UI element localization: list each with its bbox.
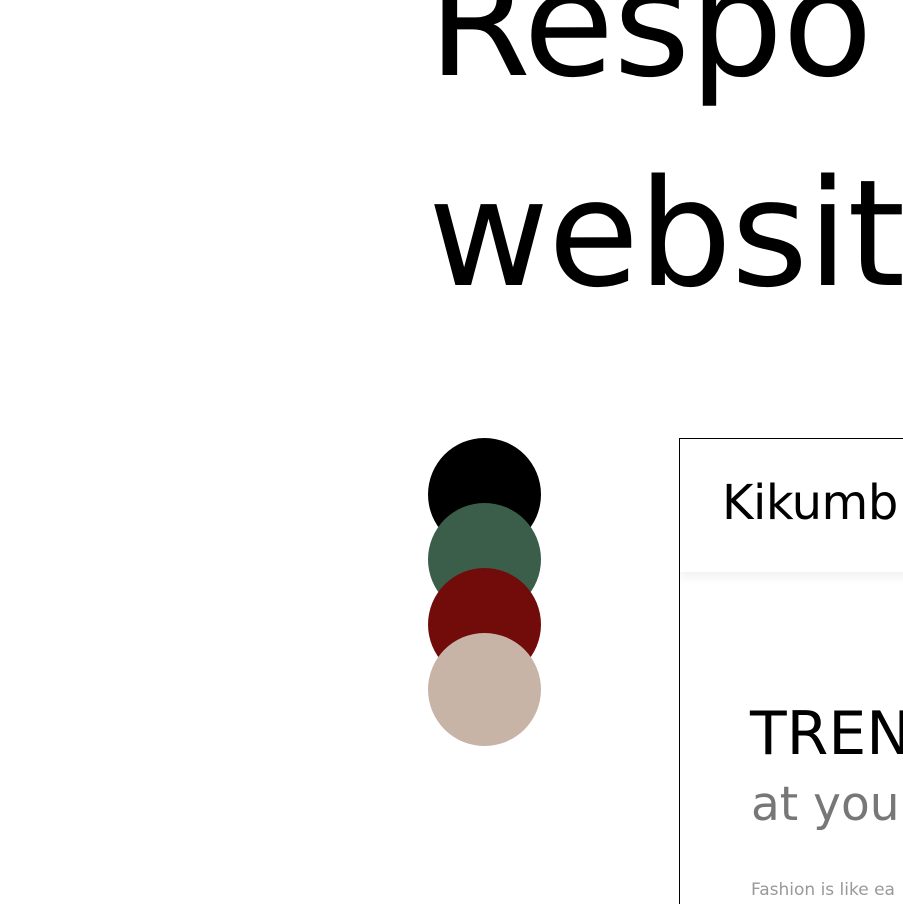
preview-header: Kikumb xyxy=(680,439,903,572)
hero-subtitle: at you xyxy=(751,777,900,832)
hero-heading-line-1: Respo xyxy=(428,0,873,110)
brand-logo-text[interactable]: Kikumb xyxy=(722,477,898,530)
beige-swatch xyxy=(428,633,541,746)
hero-title: TREN xyxy=(750,699,903,769)
website-preview-mockup: Kikumb TREN at you Fashion is like ea xyxy=(679,438,903,904)
hero-heading-line-2: websit xyxy=(428,148,903,320)
hero-body-text: Fashion is like ea xyxy=(751,880,895,900)
